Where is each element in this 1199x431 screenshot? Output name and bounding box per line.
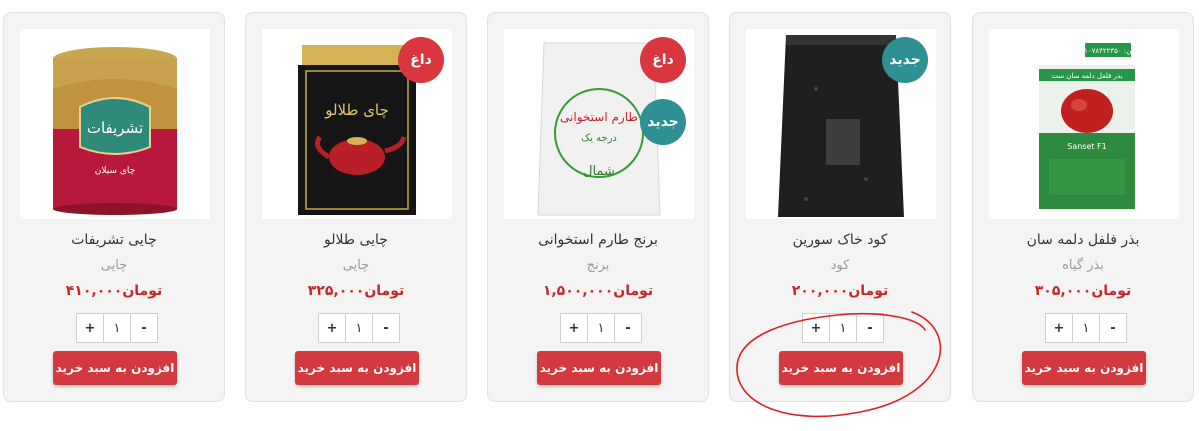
product-image[interactable]: چای طلالو داغ xyxy=(262,29,452,219)
hot-badge-label: داغ xyxy=(652,52,674,68)
increase-button[interactable]: + xyxy=(77,314,103,342)
add-to-cart-button[interactable]: افزودن به سبد خرید xyxy=(779,351,903,385)
add-to-cart-button[interactable]: افزودن به سبد خرید xyxy=(295,351,419,385)
quantity-input[interactable]: ۱ xyxy=(829,314,857,342)
svg-text:Sanset F1: Sanset F1 xyxy=(1067,142,1107,151)
svg-text:چای سیلان: چای سیلان xyxy=(95,166,135,176)
svg-text:بذر فلفل دلمه سان ست: بذر فلفل دلمه سان ست xyxy=(1051,72,1122,80)
svg-text:طارم استخوانی: طارم استخوانی xyxy=(560,110,638,125)
product-image[interactable]: تشریفات چای سیلان xyxy=(20,29,210,219)
svg-text:شمال: شمال xyxy=(583,164,615,179)
add-to-cart-button[interactable]: افزودن به سبد خرید xyxy=(537,351,661,385)
decrease-button[interactable]: - xyxy=(1100,314,1126,342)
increase-button[interactable]: + xyxy=(1046,314,1072,342)
decrease-button[interactable]: - xyxy=(373,314,399,342)
new-badge-label: جدید xyxy=(647,114,679,130)
hot-badge: داغ xyxy=(398,37,444,83)
quantity-stepper: + ۱ - xyxy=(802,313,884,343)
product-price: تومان۲۰۰,۰۰۰ xyxy=(791,283,889,299)
product-card: جدید کود خاک سورین کود تومان۲۰۰,۰۰۰ + ۱ … xyxy=(729,12,951,402)
quantity-stepper: + ۱ - xyxy=(318,313,400,343)
product-title[interactable]: چایی طلالو xyxy=(246,232,466,248)
seed-packet-image: تلفن: ۰۹۱۰۷۸۴۲۲۳۵۰ بذر فلفل دلمه سان ست … xyxy=(989,29,1179,219)
product-card: طارم استخوانی درجه یک شمال داغ جدید برنج… xyxy=(487,12,709,402)
add-to-cart-button[interactable]: افزودن به سبد خرید xyxy=(53,351,177,385)
quantity-stepper: + ۱ - xyxy=(76,313,158,343)
hot-badge-label: داغ xyxy=(410,52,432,68)
quantity-input[interactable]: ۱ xyxy=(345,314,373,342)
product-grid: تشریفات چای سیلان چایی تشریفات چایی توما… xyxy=(0,12,1199,404)
product-card: چای طلالو داغ چایی طلالو چایی تومان۳۲۵,۰… xyxy=(245,12,467,402)
new-badge: جدید xyxy=(640,99,686,145)
product-price: تومان۳۰۵,۰۰۰ xyxy=(1034,283,1132,299)
product-price: تومان۳۲۵,۰۰۰ xyxy=(307,283,405,299)
product-price: تومان۱,۵۰۰,۰۰۰ xyxy=(542,283,654,299)
product-image[interactable]: طارم استخوانی درجه یک شمال داغ جدید xyxy=(504,29,694,219)
product-price: تومان۴۱۰,۰۰۰ xyxy=(65,283,163,299)
svg-text:تلفن: ۰۹۱۰۷۸۴۲۲۳۵۰: تلفن: ۰۹۱۰۷۸۴۲۲۳۵۰ xyxy=(1077,47,1140,55)
quantity-input[interactable]: ۱ xyxy=(103,314,131,342)
product-title[interactable]: کود خاک سورین xyxy=(730,232,950,248)
new-badge: جدید xyxy=(882,37,928,83)
product-title[interactable]: برنج طارم استخوانی xyxy=(488,232,708,248)
decrease-button[interactable]: - xyxy=(131,314,157,342)
product-category[interactable]: چایی xyxy=(4,258,224,273)
quantity-input[interactable]: ۱ xyxy=(1072,314,1100,342)
decrease-button[interactable]: - xyxy=(615,314,641,342)
product-category[interactable]: چایی xyxy=(246,258,466,273)
increase-button[interactable]: + xyxy=(561,314,587,342)
product-category[interactable]: برنج xyxy=(488,258,708,273)
product-card: تلفن: ۰۹۱۰۷۸۴۲۲۳۵۰ بذر فلفل دلمه سان ست … xyxy=(972,12,1194,402)
add-to-cart-button[interactable]: افزودن به سبد خرید xyxy=(1022,351,1146,385)
quantity-input[interactable]: ۱ xyxy=(587,314,615,342)
svg-text:تشریفات: تشریفات xyxy=(87,119,143,137)
tea-tin-image: تشریفات چای سیلان xyxy=(20,29,210,219)
svg-text:درجه یک: درجه یک xyxy=(581,133,617,144)
product-image[interactable]: تلفن: ۰۹۱۰۷۸۴۲۲۳۵۰ بذر فلفل دلمه سان ست … xyxy=(989,29,1179,219)
increase-button[interactable]: + xyxy=(803,314,829,342)
product-category[interactable]: کود xyxy=(730,258,950,273)
product-category[interactable]: بذر گیاه xyxy=(973,258,1193,273)
svg-text:چای طلالو: چای طلالو xyxy=(324,101,389,119)
product-card: تشریفات چای سیلان چایی تشریفات چایی توما… xyxy=(3,12,225,402)
quantity-stepper: + ۱ - xyxy=(560,313,642,343)
decrease-button[interactable]: - xyxy=(857,314,883,342)
product-title[interactable]: بذر فلفل دلمه سان xyxy=(973,232,1193,248)
product-image[interactable]: جدید xyxy=(746,29,936,219)
new-badge-label: جدید xyxy=(889,52,921,68)
hot-badge: داغ xyxy=(640,37,686,83)
increase-button[interactable]: + xyxy=(319,314,345,342)
quantity-stepper: + ۱ - xyxy=(1045,313,1127,343)
product-title[interactable]: چایی تشریفات xyxy=(4,232,224,248)
